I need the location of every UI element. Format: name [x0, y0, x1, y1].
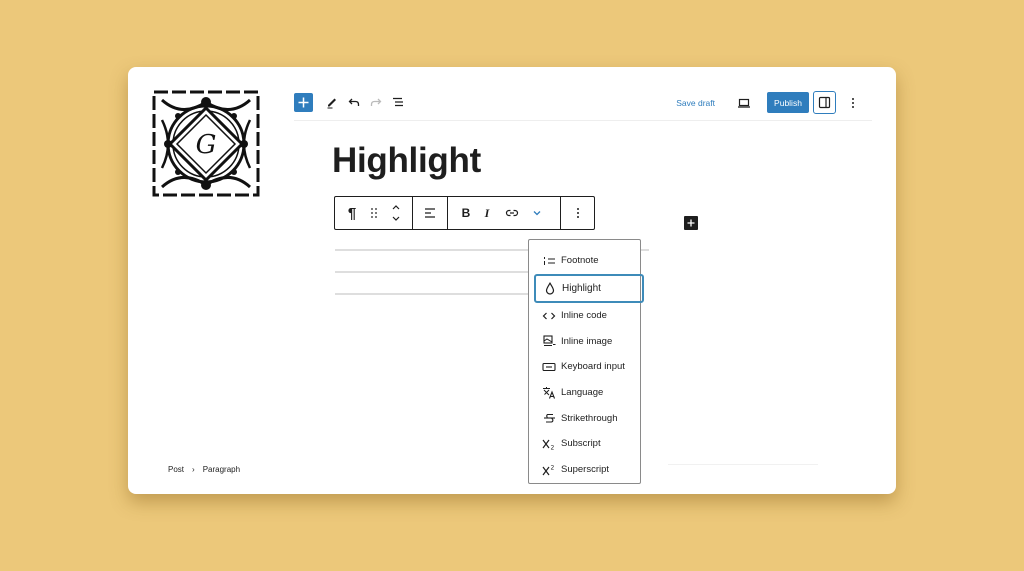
- subscript-icon: 2: [542, 437, 556, 451]
- laptop-icon: [738, 98, 750, 108]
- paragraph-placeholder-line: [335, 293, 530, 295]
- save-draft-button[interactable]: Save draft: [676, 98, 715, 108]
- undo-icon: [348, 98, 360, 106]
- block-toolbar-group-options: [561, 197, 594, 229]
- menu-item-label: Keyboard input: [561, 361, 625, 373]
- block-toolbar-group-block: ¶: [335, 197, 413, 229]
- drag-handle-icon: [371, 208, 377, 218]
- sidebar-toggle-icon: [818, 96, 831, 109]
- paragraph-block-switcher[interactable]: ¶: [344, 197, 360, 229]
- svg-text:2: 2: [551, 464, 555, 471]
- add-block-button[interactable]: [684, 216, 698, 230]
- pencil-icon: [327, 98, 336, 109]
- gutenberg-logo[interactable]: G: [152, 90, 260, 197]
- more-formats-button[interactable]: [524, 197, 550, 229]
- code-icon: [542, 309, 556, 323]
- editor-toolbar-left: [294, 91, 409, 113]
- menu-item-label: Highlight: [562, 282, 601, 294]
- block-inserter-button[interactable]: [294, 92, 313, 112]
- move-buttons[interactable]: [388, 197, 404, 229]
- redo-button[interactable]: [365, 91, 387, 113]
- block-toolbar: ¶ B I: [334, 196, 595, 230]
- redo-icon: [370, 98, 382, 106]
- footnote-icon: [542, 254, 556, 268]
- italic-button[interactable]: I: [474, 197, 500, 229]
- options-button[interactable]: [842, 92, 864, 114]
- preview-button[interactable]: [733, 92, 755, 114]
- editor-toolbar-right: Save draft Publish: [676, 91, 864, 114]
- settings-sidebar-button[interactable]: [813, 91, 836, 114]
- menu-item-label: Subscript: [561, 438, 601, 450]
- keyboard-icon: [542, 360, 556, 374]
- menu-item-label: Superscript: [561, 464, 610, 476]
- translate-icon: [542, 386, 556, 400]
- breadcrumb-item-paragraph[interactable]: Paragraph: [203, 465, 240, 474]
- plus-icon: [298, 97, 309, 107]
- drop-icon: [543, 281, 557, 295]
- more-vertical-icon: [576, 208, 579, 218]
- block-toolbar-group-format: B I: [448, 197, 561, 229]
- list-view-button[interactable]: [387, 91, 409, 113]
- menu-item-strikethrough[interactable]: Strikethrough: [529, 405, 640, 431]
- more-vertical-icon: [852, 97, 854, 108]
- undo-button[interactable]: [343, 91, 365, 113]
- menu-item-label: Strikethrough: [561, 412, 618, 424]
- menu-item-footnote[interactable]: Footnote: [529, 248, 640, 274]
- block-toolbar-group-align: [413, 197, 448, 229]
- move-up-down-icon: [392, 205, 400, 221]
- menu-item-label: Inline image: [561, 335, 613, 347]
- editor-window: G Save draft Publish Highlight ¶ B I Foo…: [128, 67, 896, 494]
- menu-item-label: Inline code: [561, 310, 607, 322]
- format-dropdown-menu: Footnote Highlight Inline code Inline im…: [528, 239, 644, 484]
- drag-handle[interactable]: [360, 197, 388, 229]
- link-button[interactable]: [500, 197, 524, 229]
- menu-item-language[interactable]: Language: [529, 380, 640, 406]
- svg-text:2: 2: [551, 444, 555, 450]
- strikethrough-icon: [542, 411, 556, 425]
- tools-button[interactable]: [321, 91, 343, 113]
- plus-icon: [687, 219, 695, 227]
- align-left-icon: [425, 208, 435, 218]
- breadcrumb: Post › Paragraph: [168, 465, 240, 474]
- footer-divider: [668, 464, 818, 465]
- link-icon: [505, 209, 519, 217]
- toolbar-divider: [294, 120, 872, 121]
- menu-item-keyboard-input[interactable]: Keyboard input: [529, 354, 640, 380]
- align-button[interactable]: [423, 197, 437, 229]
- chevron-down-icon: [533, 211, 541, 216]
- chevron-right-icon: ›: [192, 465, 195, 474]
- block-options-button[interactable]: [575, 197, 581, 229]
- publish-button[interactable]: Publish: [767, 92, 809, 113]
- menu-item-inline-code[interactable]: Inline code: [529, 303, 640, 329]
- paragraph-placeholder-line: [335, 271, 530, 273]
- breadcrumb-item-post[interactable]: Post: [168, 465, 184, 474]
- superscript-icon: 2: [542, 463, 556, 477]
- menu-item-label: Footnote: [561, 255, 599, 267]
- menu-item-inline-image[interactable]: Inline image: [529, 328, 640, 354]
- svg-text:G: G: [196, 130, 217, 160]
- menu-item-label: Language: [561, 387, 604, 399]
- post-title[interactable]: Highlight: [332, 141, 481, 181]
- image-icon: [542, 334, 556, 348]
- bold-button[interactable]: B: [458, 197, 474, 229]
- list-view-icon: [393, 97, 403, 107]
- menu-item-highlight[interactable]: Highlight: [534, 273, 644, 303]
- menu-item-superscript[interactable]: 2 Superscript: [529, 457, 640, 483]
- menu-item-subscript[interactable]: 2 Subscript: [529, 431, 640, 457]
